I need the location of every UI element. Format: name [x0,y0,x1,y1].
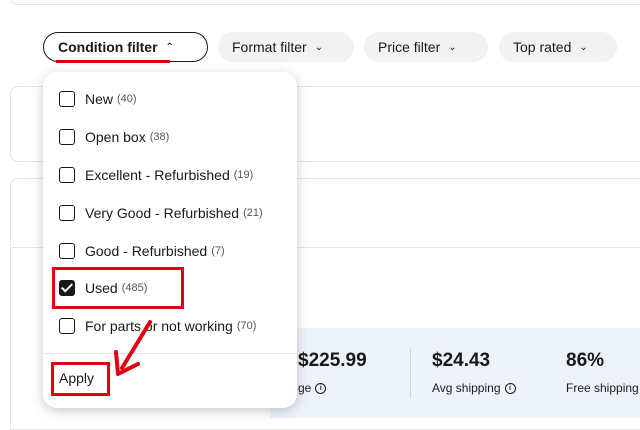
annotation-box-used [52,267,184,309]
checkbox[interactable] [59,167,75,183]
chevron-down-icon: ⌄ [448,41,457,53]
option-label: Good - Refurbished [85,243,208,259]
annotation-underline [56,60,170,63]
price-stats-band [270,328,640,418]
info-icon[interactable]: i [504,383,516,395]
stat-avg-price-value: $225.99 [298,350,367,371]
chevron-down-icon: ⌄ [314,41,324,53]
dropdown-divider [43,353,297,354]
stat-avg-shipping-value: $24.43 [432,350,491,371]
option-label: Open box [85,129,146,145]
stat-free-shipping-value: 86% [566,350,605,371]
page-panel-top [10,0,640,5]
condition-filter-button[interactable]: Condition filter ⌃ [43,32,208,62]
stats-divider [410,348,411,398]
option-count: (38) [149,131,170,143]
condition-filter-label: Condition filter [58,39,158,55]
price-filter-button[interactable]: Price filter ⌄ [364,32,488,62]
info-icon[interactable]: i [315,383,327,395]
condition-option-good-refurbished[interactable]: Good - Refurbished (7) [59,239,225,263]
option-count: (70) [236,320,257,332]
option-count: (21) [243,207,263,219]
checkbox[interactable] [59,129,75,145]
top-rated-filter-button[interactable]: Top rated ⌄ [499,32,617,62]
format-filter-button[interactable]: Format filter ⌄ [218,32,354,62]
annotation-arrow-icon [114,320,152,376]
option-count: (40) [117,93,137,105]
stat-free-shipping-label: Free shipping [566,381,639,395]
condition-option-very-good-refurbished[interactable]: Very Good - Refurbished (21) [59,201,263,225]
option-label: Very Good - Refurbished [85,205,240,221]
option-count: (19) [233,169,254,181]
price-filter-label: Price filter [378,39,441,55]
stat-avg-shipping-label: Avg shipping i [432,381,516,395]
option-label: New [85,91,114,107]
format-filter-label: Format filter [232,39,307,55]
checkbox[interactable] [59,91,75,107]
stat-avg-price-label: ge i [298,381,327,395]
top-rated-filter-label: Top rated [513,39,572,55]
checkbox[interactable] [59,318,75,334]
condition-option-open-box[interactable]: Open box (38) [59,125,169,149]
option-label: Excellent - Refurbished [85,167,230,183]
option-count: (7) [211,245,225,257]
checkbox[interactable] [59,205,75,221]
checkbox[interactable] [59,243,75,259]
chevron-down-icon: ⌄ [579,41,588,53]
condition-option-new[interactable]: New (40) [59,87,137,111]
condition-dropdown: New (40) Open box (38) Excellent - Refur… [43,72,297,408]
condition-option-excellent-refurbished[interactable]: Excellent - Refurbished (19) [59,163,253,187]
chevron-up-icon: ⌃ [165,41,174,53]
